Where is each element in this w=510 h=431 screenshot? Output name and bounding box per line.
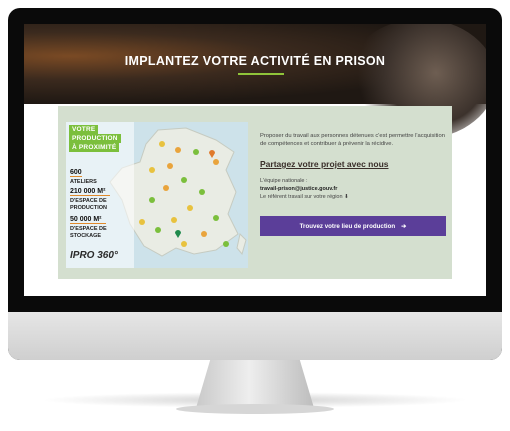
stat-label-production: D'ESPACE DE PRODUCTION — [70, 198, 107, 211]
find-production-site-button[interactable]: Trouvez votre lieu de production ➔ — [260, 216, 446, 236]
share-project-link[interactable]: Partagez votre projet avec nous — [260, 159, 389, 169]
monitor-stand-base — [176, 404, 334, 414]
contact-block: L'équipe nationale : travail-prison@just… — [260, 177, 446, 201]
monitor-stand — [196, 360, 314, 408]
monitor-chin — [8, 312, 502, 360]
hero-underline — [238, 73, 284, 75]
france-map-image: VOTRE PRODUCTION À PROXIMITÉ 600 ATELIER… — [66, 122, 248, 268]
ipro-360-logo: IPRO 360° — [70, 250, 118, 261]
stat-label-stockage: D'ESPACE DE STOCKAGE — [70, 226, 107, 239]
stats-panel: VOTRE PRODUCTION À PROXIMITÉ 600 ATELIER… — [66, 122, 134, 268]
regional-referent-link[interactable]: Le référent travail sur votre région ⬇ — [260, 193, 446, 201]
hero-banner: IMPLANTEZ VOTRE ACTIVITÉ EN PRISON — [24, 24, 486, 139]
stat-value-ateliers: 600 — [70, 169, 82, 177]
monitor-frame: IMPLANTEZ VOTRE ACTIVITÉ EN PRISON VOTRE… — [8, 8, 502, 360]
description-text: Proposer du travail aux personnes détenu… — [260, 133, 445, 147]
team-label: L'équipe nationale : — [260, 178, 308, 184]
badge-line-2: PRODUCTION — [69, 134, 121, 143]
stat-value-production: 210 000 M² — [70, 188, 110, 196]
info-card: VOTRE PRODUCTION À PROXIMITÉ 600 ATELIER… — [58, 106, 452, 279]
cta-label: Trouvez votre lieu de production — [299, 222, 396, 230]
hero-title: IMPLANTEZ VOTRE ACTIVITÉ EN PRISON — [124, 54, 386, 68]
stat-value-stockage: 50 000 M² — [70, 216, 106, 224]
web-page: IMPLANTEZ VOTRE ACTIVITÉ EN PRISON VOTRE… — [24, 24, 486, 296]
download-icon: ⬇ — [344, 194, 349, 200]
arrow-right-icon: ➔ — [401, 222, 407, 230]
badge-line-3: À PROXIMITÉ — [69, 143, 120, 152]
team-email-link[interactable]: travail-prison@justice.gouv.fr — [260, 186, 337, 192]
badge-line-1: VOTRE — [69, 125, 99, 134]
stat-label-ateliers: ATELIERS — [70, 179, 97, 185]
